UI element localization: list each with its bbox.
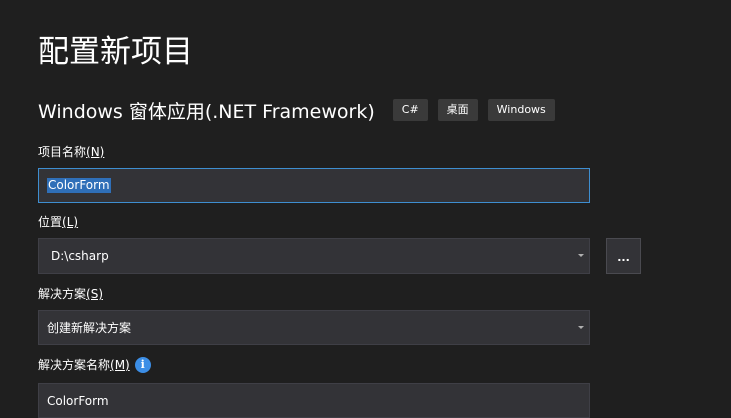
location-combobox[interactable]: D:\csharp [38,238,590,274]
template-name: Windows 窗体应用(.NET Framework) [38,100,375,123]
solution-name-value: ColorForm [47,393,109,408]
solution-name-label: 解决方案名称 (M) i [38,357,151,373]
solution-value: 创建新解决方案 [47,321,132,335]
tag-language: C# [392,99,428,121]
project-name-label: 项目名称 (N) [38,144,104,160]
page-title: 配置新项目 [38,34,193,70]
solution-dropdown[interactable]: 创建新解决方案 [38,310,590,345]
solution-dropdown-arrow-icon[interactable] [578,326,584,329]
location-dropdown-arrow-icon[interactable] [578,254,584,257]
info-icon[interactable]: i [134,357,151,373]
template-header: Windows 窗体应用(.NET Framework) C# 桌面 Windo… [38,97,565,123]
configure-project-page: 配置新项目 Windows 窗体应用(.NET Framework) C# 桌面… [0,0,731,418]
solution-mnemonic: (S) [86,287,103,301]
project-name-input[interactable]: ColorForm [38,168,590,203]
solution-name-mnemonic: (M) [110,358,130,372]
location-mnemonic: (L) [62,215,79,229]
location-value: D:\csharp [51,249,109,263]
project-name-mnemonic: (N) [86,145,105,159]
project-name-label-text: 项目名称 [38,145,87,159]
solution-name-input[interactable]: ColorForm [38,383,590,418]
project-name-value: ColorForm [47,178,111,193]
tag-os: Windows [487,99,555,121]
solution-label-text: 解决方案 [38,287,87,301]
location-label-text: 位置 [38,215,63,229]
tag-platform: 桌面 [437,99,478,121]
browse-location-button[interactable]: ... [606,238,641,274]
solution-name-label-text: 解决方案名称 [38,358,111,372]
location-label: 位置 (L) [38,214,78,230]
solution-label: 解决方案 (S) [38,286,103,302]
browse-button-label: ... [617,251,630,264]
